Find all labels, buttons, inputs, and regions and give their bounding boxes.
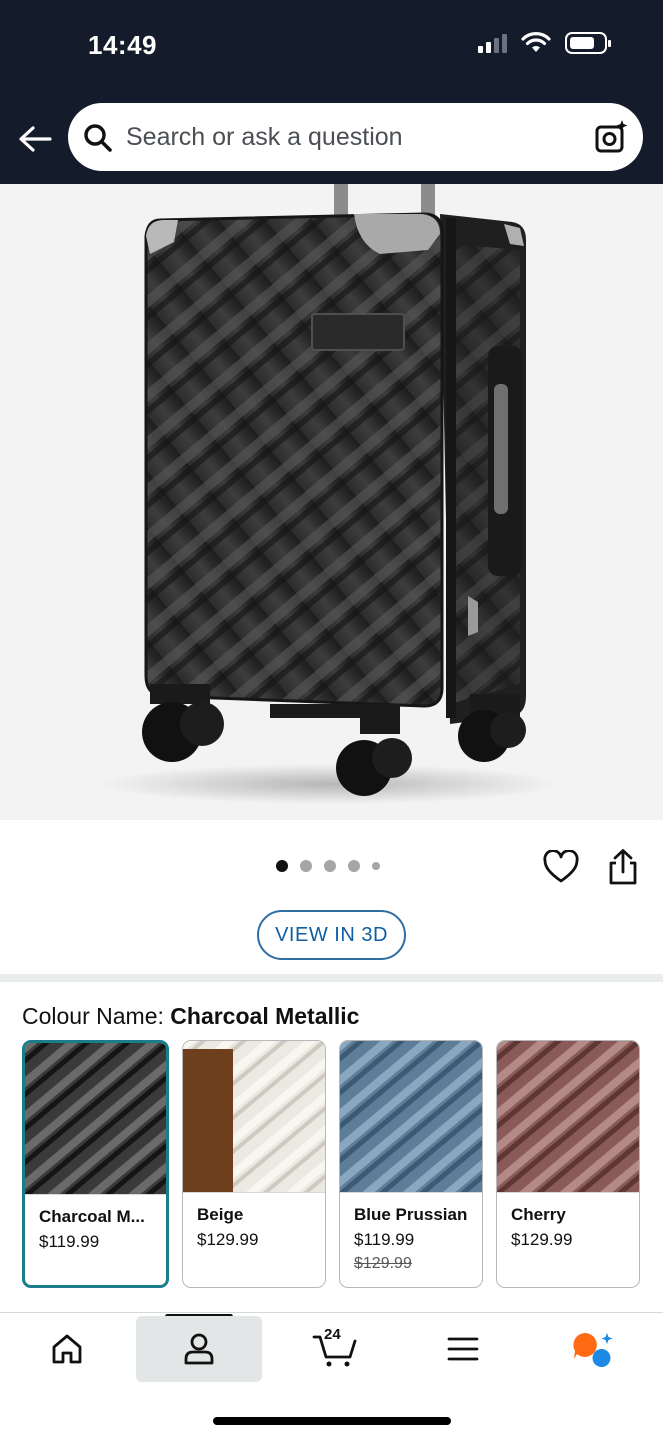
colour-swatches: Charcoal M... $119.99 Beige $129.99 Blue… bbox=[22, 1040, 640, 1288]
section-divider bbox=[0, 974, 663, 982]
back-button[interactable] bbox=[16, 120, 54, 158]
status-time: 14:49 bbox=[88, 30, 157, 60]
swatch-image bbox=[25, 1043, 166, 1195]
product-image[interactable] bbox=[0, 184, 663, 820]
share-icon bbox=[609, 849, 637, 885]
colour-swatch-cherry[interactable]: Cherry $129.99 bbox=[496, 1040, 640, 1288]
arrow-left-icon bbox=[19, 126, 52, 152]
swatch-image bbox=[497, 1041, 639, 1193]
pager-dot[interactable] bbox=[324, 860, 336, 872]
wifi-icon bbox=[521, 32, 551, 52]
swatch-list-price: $129.99 bbox=[354, 1255, 412, 1272]
search-icon bbox=[84, 124, 112, 152]
menu-icon bbox=[447, 1337, 479, 1361]
colour-swatch-beige[interactable]: Beige $129.99 bbox=[182, 1040, 326, 1288]
swatch-price: $129.99 bbox=[511, 1230, 573, 1249]
home-icon bbox=[52, 1334, 82, 1364]
swatch-image bbox=[183, 1041, 325, 1193]
swatch-name: Blue Prussian bbox=[354, 1205, 468, 1224]
rufus-icon bbox=[573, 1332, 613, 1367]
battery-icon bbox=[565, 32, 611, 54]
colour-label-text: Colour Name: bbox=[22, 1003, 164, 1029]
pager-dot[interactable] bbox=[276, 860, 288, 872]
view-in-3d-button[interactable]: VIEW IN 3D bbox=[257, 910, 406, 960]
share-button[interactable] bbox=[607, 848, 639, 891]
swatch-name: Beige bbox=[197, 1205, 244, 1224]
nav-menu[interactable] bbox=[418, 1316, 508, 1382]
camera-lens-icon[interactable] bbox=[593, 119, 629, 155]
cart-count-badge: 24 bbox=[324, 1326, 341, 1343]
swatch-image bbox=[340, 1041, 482, 1193]
home-indicator bbox=[213, 1417, 451, 1425]
pager-dot[interactable] bbox=[300, 860, 312, 872]
colour-swatch-charcoal[interactable]: Charcoal M... $119.99 bbox=[22, 1040, 169, 1288]
colour-swatch-blue-prussian[interactable]: Blue Prussian $119.99 $129.99 bbox=[339, 1040, 483, 1288]
search-input[interactable]: Search or ask a question bbox=[126, 123, 403, 152]
swatch-price: $129.99 bbox=[197, 1230, 259, 1249]
selected-colour: Charcoal Metallic bbox=[170, 1003, 360, 1029]
image-pager[interactable] bbox=[276, 860, 380, 872]
nav-account[interactable] bbox=[136, 1316, 262, 1382]
account-icon bbox=[184, 1333, 214, 1365]
wishlist-button[interactable] bbox=[543, 849, 579, 889]
search-bar[interactable]: Search or ask a question bbox=[68, 103, 643, 171]
swatch-name: Charcoal M... bbox=[39, 1207, 145, 1226]
pager-dot[interactable] bbox=[348, 860, 360, 872]
nav-cart[interactable]: 24 bbox=[290, 1316, 380, 1382]
swatch-price: $119.99 bbox=[39, 1232, 100, 1251]
nav-rufus-assistant[interactable] bbox=[548, 1316, 638, 1382]
colour-name-heading: Colour Name: Charcoal Metallic bbox=[22, 1003, 359, 1030]
nav-home[interactable] bbox=[22, 1316, 112, 1382]
pager-dot[interactable] bbox=[372, 862, 380, 870]
cellular-signal-icon bbox=[478, 33, 507, 53]
heart-icon bbox=[543, 849, 579, 883]
swatch-name: Cherry bbox=[511, 1205, 566, 1224]
suitcase-illustration bbox=[100, 184, 560, 804]
swatch-price: $119.99 bbox=[354, 1230, 415, 1249]
status-icons bbox=[478, 32, 611, 54]
